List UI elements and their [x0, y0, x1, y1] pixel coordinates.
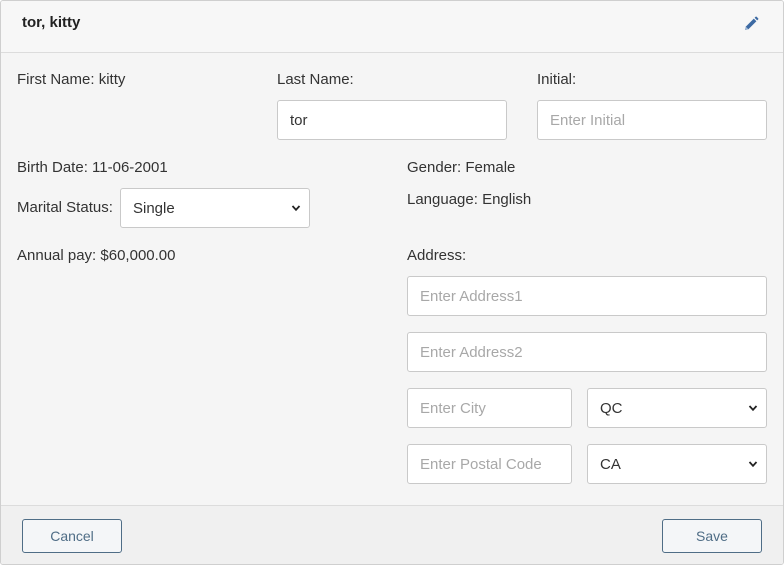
birth-date-value: 11-06-2001: [92, 159, 168, 176]
marital-status-label: Marital Status:: [17, 199, 113, 216]
panel-header: tor, kitty: [1, 1, 783, 53]
marital-status-select[interactable]: Single: [120, 188, 310, 228]
save-button[interactable]: Save: [662, 519, 762, 553]
language-label: Language:: [407, 191, 478, 208]
first-name-value: kitty: [98, 71, 126, 88]
city-input[interactable]: [407, 388, 572, 428]
last-name-input[interactable]: [277, 100, 507, 140]
first-name-label: First Name:: [17, 71, 95, 88]
birth-date-row: Birth Date: 11-06-2001: [17, 159, 168, 176]
language-value: English: [482, 191, 532, 208]
marital-status-select-wrap: Single: [120, 188, 310, 228]
address-label: Address:: [407, 247, 467, 264]
country-select[interactable]: CA: [587, 444, 767, 484]
address2-input[interactable]: [407, 332, 767, 372]
pencil-icon[interactable]: [742, 15, 760, 33]
birth-date-label: Birth Date:: [17, 159, 88, 176]
gender-label: Gender:: [407, 159, 462, 176]
initial-label: Initial:: [537, 71, 577, 88]
postal-code-input[interactable]: [407, 444, 572, 484]
panel-title: tor, kitty: [22, 14, 81, 31]
annual-pay-value: $60,000.00: [100, 247, 176, 264]
province-select[interactable]: QC: [587, 388, 767, 428]
last-name-label: Last Name:: [277, 71, 354, 88]
first-name-row: First Name: kitty: [17, 71, 125, 88]
gender-row: Gender: Female: [407, 159, 515, 176]
annual-pay-row: Annual pay: $60,000.00: [17, 247, 175, 264]
panel-footer: Cancel Save: [1, 505, 783, 564]
gender-value: Female: [465, 159, 516, 176]
country-select-wrap: CA: [587, 444, 767, 484]
address1-input[interactable]: [407, 276, 767, 316]
province-select-wrap: QC: [587, 388, 767, 428]
cancel-button[interactable]: Cancel: [22, 519, 122, 553]
edit-person-panel: tor, kitty First Name: kitty Last Name: …: [0, 0, 784, 565]
initial-input[interactable]: [537, 100, 767, 140]
annual-pay-label: Annual pay:: [17, 247, 97, 264]
language-row: Language: English: [407, 191, 531, 208]
